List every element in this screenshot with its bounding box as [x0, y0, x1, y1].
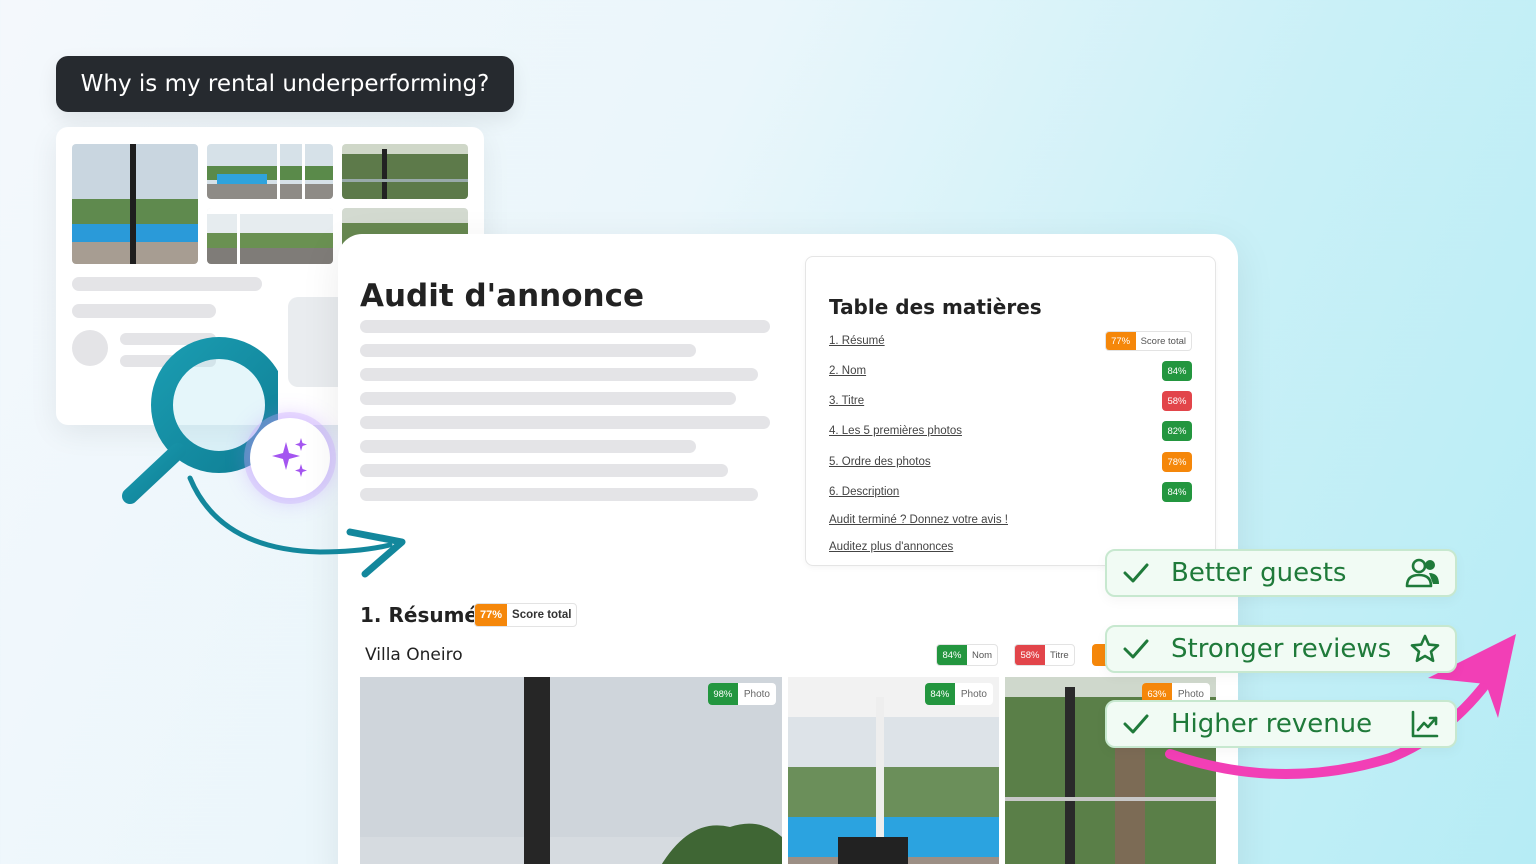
page-title: Audit d'annonce	[360, 278, 644, 314]
benefit-higher-revenue: Higher revenue	[1105, 700, 1457, 748]
score-value: 58%	[1015, 645, 1045, 665]
avatar	[72, 330, 108, 366]
feedback-link[interactable]: Audit terminé ? Donnez votre avis !	[829, 514, 1008, 526]
chart-up-icon	[1411, 710, 1439, 738]
benefit-stronger-reviews: Stronger reviews	[1105, 625, 1457, 673]
skeleton-line	[360, 464, 728, 477]
benefit-text: Higher revenue	[1171, 709, 1373, 739]
score-label: Photo	[743, 688, 770, 700]
score-label: Nom	[972, 649, 993, 661]
benefit-text: Stronger reviews	[1171, 634, 1392, 664]
score-value: 84%	[937, 645, 967, 665]
score-badge: 84%	[1162, 482, 1192, 502]
skeleton-line	[360, 320, 770, 333]
toc-link[interactable]: 1. Résumé	[829, 335, 885, 347]
more-audits-link[interactable]: Auditez plus d'annonces	[829, 541, 953, 553]
toc-link[interactable]: 2. Nom	[829, 365, 866, 377]
skeleton-line	[360, 344, 696, 357]
skeleton-line	[360, 440, 696, 453]
feedback-link-row[interactable]: Audit terminé ? Donnez votre avis !	[829, 509, 1192, 531]
section-title-text: 1. Résumé	[360, 603, 478, 627]
toc-title: Table des matières	[829, 295, 1042, 319]
score-badge: 77% Score total	[1104, 331, 1192, 351]
skeleton-line	[360, 416, 770, 429]
nom-score-badge: 84% Nom	[936, 644, 999, 666]
skeleton-line	[72, 304, 216, 318]
score-value: 98%	[707, 683, 738, 705]
section-title: 1. Résumé	[360, 603, 478, 627]
score-value: 77%	[1105, 332, 1136, 350]
skeleton-line	[360, 392, 736, 405]
toc-item-photos[interactable]: 4. Les 5 premières photos 82%	[829, 420, 1192, 442]
score-badge: 82%	[1162, 421, 1192, 441]
score-label: Score total	[512, 609, 572, 621]
star-icon	[1410, 634, 1440, 663]
score-value: 84%	[924, 683, 955, 705]
question-text: Why is my rental underperforming?	[80, 71, 490, 97]
question-bubble: Why is my rental underperforming?	[56, 56, 514, 112]
skeleton-line	[360, 368, 758, 381]
score-label: Titre	[1050, 649, 1069, 661]
skeleton-line	[72, 277, 262, 291]
toc-link[interactable]: 3. Titre	[829, 395, 864, 407]
benefit-better-guests: Better guests	[1105, 549, 1457, 597]
users-icon	[1405, 558, 1439, 588]
titre-score-badge: 58% Titre	[1014, 644, 1075, 666]
listing-photo-pool[interactable]: 84% Photo	[788, 677, 999, 864]
check-icon	[1123, 714, 1149, 734]
benefit-text: Better guests	[1171, 558, 1347, 588]
listing-photo-main	[72, 144, 198, 264]
skeleton-line	[360, 488, 758, 501]
toc-item-nom[interactable]: 2. Nom 84%	[829, 360, 1192, 382]
listing-photo-2	[207, 144, 333, 199]
listing-name: Villa Oneiro	[365, 645, 463, 665]
score-label: Score total	[1140, 335, 1186, 347]
toc-item-ordre[interactable]: 5. Ordre des photos 78%	[829, 451, 1192, 473]
score-badge: 58%	[1162, 391, 1192, 411]
score-badge: 84%	[1162, 361, 1192, 381]
toc-item-resume[interactable]: 1. Résumé 77% Score total	[829, 330, 1192, 352]
toc-link[interactable]: 5. Ordre des photos	[829, 456, 931, 468]
score-badge: 78%	[1162, 452, 1192, 472]
score-label: Photo	[960, 688, 987, 700]
listing-photo-4	[207, 208, 333, 264]
table-of-contents: Table des matières 1. Résumé 77% Score t…	[805, 256, 1216, 566]
photo-score-badge: 98% Photo	[707, 683, 776, 705]
check-icon	[1123, 563, 1149, 583]
photo-score-badge: 84% Photo	[924, 683, 993, 705]
summary-score-badge: 77% Score total	[474, 603, 578, 627]
listing-photo-large[interactable]: 98% Photo	[360, 677, 782, 864]
check-icon	[1123, 639, 1149, 659]
toc-link[interactable]: 6. Description	[829, 486, 899, 498]
listing-photo-3	[342, 144, 468, 199]
toc-item-titre[interactable]: 3. Titre 58%	[829, 390, 1192, 412]
score-value: 77%	[475, 604, 508, 626]
audit-report-card: Audit d'annonce Table des matières 1. Ré…	[338, 234, 1238, 864]
teal-arrow	[187, 475, 406, 578]
toc-link[interactable]: 4. Les 5 premières photos	[829, 425, 962, 437]
toc-item-description[interactable]: 6. Description 84%	[829, 481, 1192, 503]
